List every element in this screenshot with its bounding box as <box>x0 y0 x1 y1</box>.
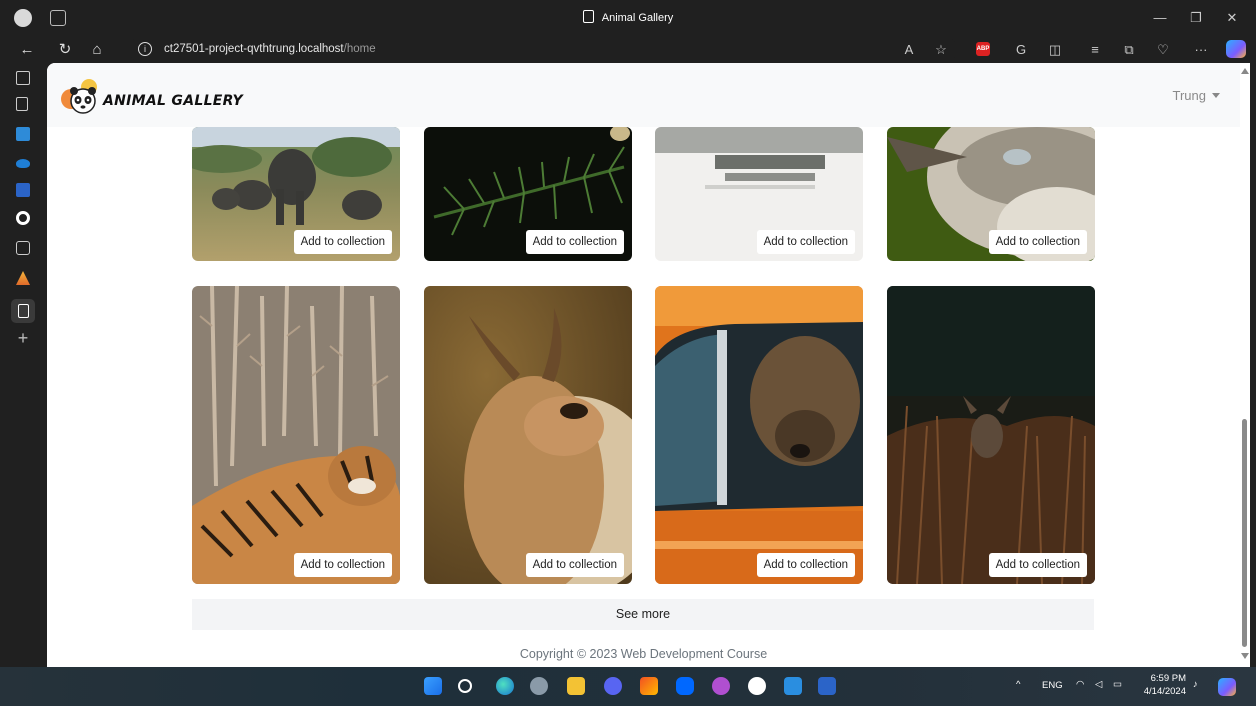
add-to-collection-button[interactable]: Add to collection <box>293 553 392 577</box>
browser-sidebar: + <box>0 63 47 667</box>
settings-gear-icon[interactable] <box>530 677 548 695</box>
gallery-card: Add to collection <box>192 286 400 584</box>
brand-name[interactable]: ANIMAL GALLERY <box>103 93 243 109</box>
gallery-card: Add to collection <box>424 286 632 584</box>
add-to-collection-button[interactable]: Add to collection <box>756 230 855 254</box>
active-page-icon <box>18 304 29 318</box>
home-icon[interactable]: ⌂ <box>86 36 108 63</box>
window-title: Animal Gallery <box>0 0 1256 36</box>
site-navbar: ANIMAL GALLERY Trung <box>47 63 1240 127</box>
vscode-icon[interactable] <box>784 677 802 695</box>
sidebar-app-icon[interactable] <box>16 127 30 141</box>
windows-start-icon[interactable] <box>424 677 442 695</box>
search-icon[interactable] <box>458 679 472 693</box>
browser-title-bar: Animal Gallery — ❐ ✕ <box>0 0 1256 36</box>
footer-copyright: Copyright © 2023 Web Development Course <box>519 647 768 661</box>
word-taskbar-icon[interactable] <box>818 677 836 695</box>
more-options-icon[interactable]: ··· <box>1190 36 1212 63</box>
caret-down-icon <box>1212 93 1220 98</box>
edge-browser-icon[interactable] <box>496 677 514 695</box>
address-bar[interactable]: i ct27501-project-qvthtrung.localhost/ho… <box>128 38 958 61</box>
page-tab-icon[interactable] <box>16 97 28 111</box>
gallery-card: Add to collection <box>887 127 1095 261</box>
app-icon[interactable] <box>640 677 658 695</box>
messenger-icon[interactable] <box>712 677 730 695</box>
extension-icon[interactable]: G <box>1010 36 1032 63</box>
url-text[interactable]: ct27501-project-qvthtrung.localhost/home <box>164 38 376 61</box>
add-to-collection-button[interactable]: Add to collection <box>756 553 855 577</box>
add-to-collection-button[interactable]: Add to collection <box>988 553 1087 577</box>
window-title-text: Animal Gallery <box>601 12 674 24</box>
url-path: /home <box>343 43 376 55</box>
clock-time[interactable]: 6:59 PM <box>1150 673 1186 684</box>
language-indicator[interactable]: ENG <box>1042 680 1063 691</box>
windows-taskbar: ^ ENG ◠ ◁ ▭ 6:59 PM 4/14/2024 ♪ <box>0 667 1256 706</box>
gallery-card: Add to collection <box>655 286 863 584</box>
volume-icon[interactable]: ◁ <box>1095 679 1102 690</box>
copilot-icon[interactable] <box>1226 40 1246 58</box>
user-dropdown[interactable]: Trung <box>1173 88 1220 103</box>
deer-photo <box>887 286 1095 584</box>
url-host: ct27501-project-qvthtrung.localhost <box>164 43 344 55</box>
battery-icon[interactable]: ▭ <box>1113 679 1122 690</box>
browser-toolbar: ← ↻ ⌂ i ct27501-project-qvthtrung.localh… <box>0 36 1256 63</box>
github-icon[interactable] <box>16 211 30 225</box>
clock-date[interactable]: 4/14/2024 <box>1140 686 1186 697</box>
gallery-card: Add to collection <box>192 127 400 261</box>
back-icon[interactable]: ← <box>16 36 38 63</box>
split-screen-icon[interactable]: ◫ <box>1044 36 1066 63</box>
add-to-collection-button[interactable]: Add to collection <box>293 230 392 254</box>
add-to-collection-button[interactable]: Add to collection <box>525 553 624 577</box>
notification-bell-icon[interactable]: ♪ <box>1193 679 1198 690</box>
favorites-list-icon[interactable]: ≡ <box>1084 36 1106 63</box>
page-scrollbar[interactable] <box>1240 63 1250 667</box>
add-to-collection-button[interactable]: Add to collection <box>988 230 1087 254</box>
scroll-thumb[interactable] <box>1242 419 1247 647</box>
web-page: Add to collection Add to collection Add … <box>47 63 1240 667</box>
favorite-star-icon[interactable]: ☆ <box>930 36 952 63</box>
calendar-icon[interactable] <box>16 241 30 255</box>
browser-essentials-icon[interactable]: ♡ <box>1152 36 1174 63</box>
add-icon[interactable]: + <box>16 329 30 347</box>
document-icon <box>582 10 594 23</box>
collections-icon[interactable]: ⧉ <box>1118 36 1140 63</box>
gallery-card: Add to collection <box>424 127 632 261</box>
scroll-up-arrow-icon[interactable] <box>1241 68 1249 74</box>
chrome-app-icon[interactable] <box>748 677 766 695</box>
adblock-icon[interactable]: ABP <box>976 42 990 56</box>
horned-sheep-photo <box>424 286 632 584</box>
user-name: Trung <box>1172 88 1206 103</box>
discord-icon[interactable] <box>604 677 622 695</box>
add-to-collection-button[interactable]: Add to collection <box>525 230 624 254</box>
dog-in-car-photo <box>655 286 863 584</box>
tab-actions-icon[interactable] <box>16 71 30 85</box>
vlc-icon[interactable] <box>16 271 30 285</box>
site-info-icon[interactable]: i <box>138 42 152 56</box>
copilot-taskbar-icon[interactable] <box>1218 678 1236 696</box>
tiger-photo <box>192 286 400 584</box>
wifi-icon[interactable]: ◠ <box>1076 679 1084 690</box>
tray-chevron-icon[interactable]: ^ <box>1016 679 1020 690</box>
close-window-button[interactable]: ✕ <box>1214 0 1250 36</box>
gallery-card: Add to collection <box>887 286 1095 584</box>
scroll-down-arrow-icon[interactable] <box>1241 653 1249 659</box>
refresh-icon[interactable]: ↻ <box>54 36 76 63</box>
word-icon[interactable] <box>16 183 30 197</box>
minimize-button[interactable]: — <box>1142 0 1178 36</box>
taskbar-background <box>0 667 1256 706</box>
see-more-button[interactable]: See more <box>192 599 1094 630</box>
restore-button[interactable]: ❐ <box>1178 0 1214 36</box>
panda-logo-icon[interactable] <box>59 77 103 117</box>
gallery-card: Add to collection <box>655 127 863 261</box>
file-explorer-icon[interactable] <box>567 677 585 695</box>
read-aloud-icon[interactable]: A <box>898 36 920 63</box>
zalo-icon[interactable] <box>676 677 694 695</box>
onedrive-icon[interactable] <box>16 159 30 168</box>
